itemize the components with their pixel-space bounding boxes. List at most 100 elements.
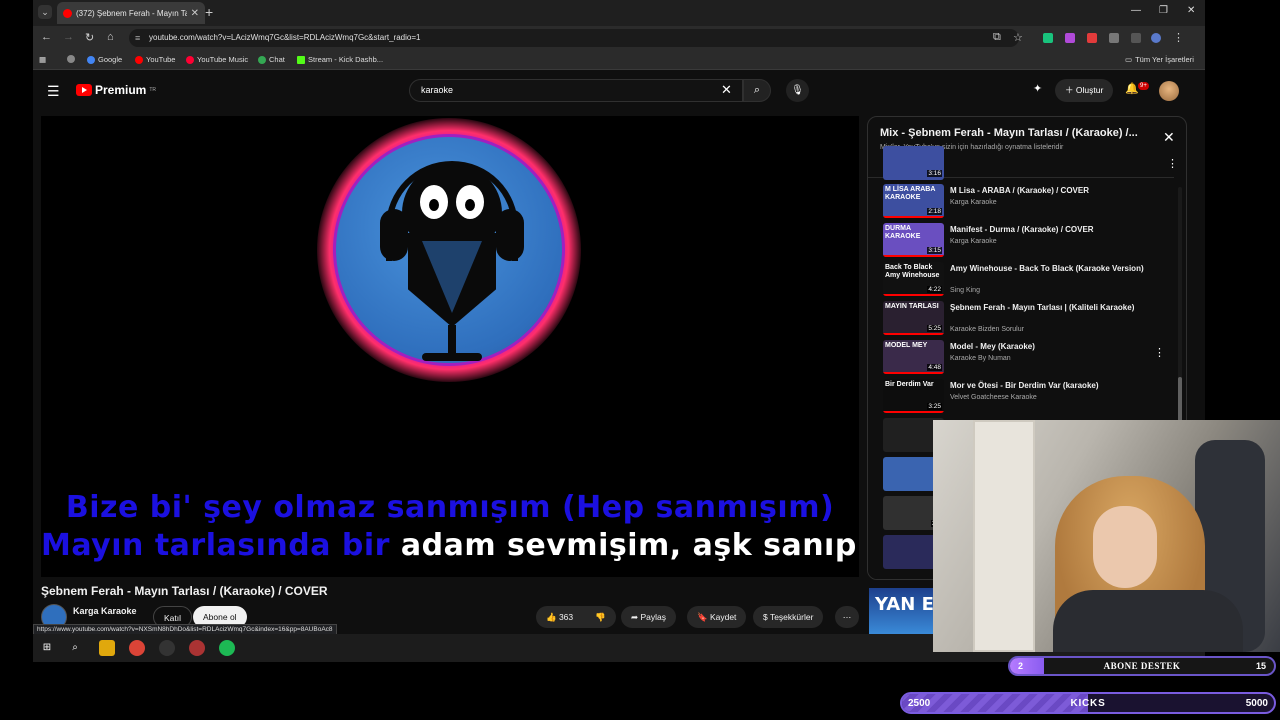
more-actions-button[interactable]: ⋯ [835, 606, 859, 628]
channel-name[interactable]: Karga Karaoke [73, 606, 137, 616]
notification-count-badge: 9+ [1138, 82, 1149, 90]
close-window-icon[interactable]: ✕ [1187, 5, 1195, 16]
playlist-menu-icon[interactable]: ⋮ [1167, 157, 1178, 170]
home-icon[interactable]: ⌂ [107, 31, 114, 43]
list-item[interactable]: Back To Black Amy Winehouse 4:22 Amy Wineh… [868, 260, 1174, 299]
windows-start-icon[interactable]: ⊞ [39, 640, 55, 656]
restore-icon[interactable]: ❐ [1159, 5, 1168, 16]
save-button[interactable]: 🔖 Kaydet [687, 606, 747, 628]
lyric-sung-part: Mayın tarlasında bir [41, 528, 390, 563]
notifications-bell-icon[interactable]: 🔔 [1125, 82, 1139, 95]
clear-search-icon[interactable]: ✕ [721, 82, 732, 98]
video-player[interactable]: Bize bi' şey olmaz sanmışım (Hep sanmışı… [41, 116, 910, 577]
chrome-icon[interactable] [129, 640, 145, 656]
youtube-play-icon [76, 84, 92, 96]
tab-search-button[interactable]: ⌄ [38, 5, 52, 19]
extensions-puzzle-icon[interactable] [1109, 33, 1119, 43]
all-bookmarks-folder[interactable]: ▭ Tüm Yer İşaretleri [1125, 55, 1194, 64]
gemini-sparkle-icon[interactable]: ✦ [1033, 82, 1042, 95]
search-input[interactable]: karaoke [409, 79, 743, 102]
bookmark-item[interactable]: Stream - Kick Dashb... [297, 55, 383, 64]
item-title: Manifest - Durma / (Karaoke) / COVER [950, 225, 1094, 234]
install-icon[interactable]: ⧉ [993, 31, 1001, 44]
youtube-logo[interactable]: Premium TR [76, 83, 156, 97]
tab-list-icon[interactable] [1131, 33, 1141, 43]
forward-icon[interactable]: → [63, 31, 74, 43]
back-icon[interactable]: ← [41, 31, 52, 43]
subscriber-goal-label: ABONE DESTEK [1103, 661, 1181, 671]
menu-icon[interactable]: ☰ [47, 83, 60, 100]
duration-badge: 3:15 [927, 247, 942, 254]
lyric-line-1: Bize bi' şey olmaz sanmışım (Hep sanmışı… [65, 490, 835, 525]
lyric-unsung-part: adam sevmişim, aşk sanıp d [389, 528, 890, 563]
watched-progress [883, 294, 944, 296]
thumbnail-text: MODEL MEY [885, 342, 928, 349]
list-item[interactable]: MAYIN TARLASI 5:25 Şebnem Ferah - Mayın Ta… [868, 299, 1174, 338]
bookmark-item[interactable]: YouTube [135, 55, 175, 64]
apps-grid-icon[interactable]: ▦ [39, 55, 46, 64]
like-count: 363 [558, 612, 574, 622]
extension-icon[interactable] [1087, 33, 1097, 43]
globe-icon [67, 55, 75, 63]
item-menu-icon[interactable]: ⋮ [1154, 346, 1165, 359]
voice-search-button[interactable]: 🎙 [786, 79, 809, 102]
site-info-icon[interactable]: ≡ [135, 29, 140, 47]
kicks-goal-bar: 2500 KICKS 5000 [900, 692, 1276, 714]
youtube-music-icon [186, 55, 194, 64]
item-title: Şebnem Ferah - Mayın Tarlası | (Kaliteli… [950, 303, 1135, 312]
extension-icon[interactable] [1065, 33, 1075, 43]
search-icon: ⌕ [753, 84, 761, 96]
dislike-button[interactable]: 👎 [587, 606, 614, 628]
bookmark-icon: 🔖 [697, 612, 710, 622]
profile-icon[interactable] [1151, 33, 1161, 43]
browser-tab[interactable]: (372) Şebnem Ferah - Mayın Ta ✕ [57, 2, 205, 24]
bookmark-label: Stream - Kick Dashb... [308, 55, 384, 64]
watched-progress [883, 255, 944, 257]
youtube-header: ☰ Premium TR karaoke ✕ ⌕ 🎙 ✦ ＋ Oluştur 🔔… [33, 70, 1205, 112]
bookmark-item[interactable]: Chat [258, 55, 285, 64]
list-item[interactable]: Bir Derdim Var 3:25 Mor ve Ötesi - Bir Der… [868, 377, 1174, 416]
extension-icon[interactable] [1043, 33, 1053, 43]
bookmark-label: YouTube Music [197, 55, 249, 64]
browser-menu-icon[interactable]: ⋮ [1173, 31, 1184, 44]
crow-eye-left [420, 185, 448, 219]
account-avatar[interactable] [1159, 81, 1179, 101]
karga-karaoke-logo [333, 134, 565, 366]
thumbs-up-icon: 👍 [546, 612, 559, 622]
url-input[interactable]: ≡ youtube.com/watch?v=LAcizWmq7Gc&list=R… [129, 29, 1019, 47]
thanks-button[interactable]: $ Teşekkürler [753, 606, 824, 628]
list-item[interactable]: DURMA KARAOKE 3:15 Manifest - Durma / (Kar… [868, 221, 1174, 260]
list-item[interactable]: 3:16 [868, 146, 1174, 180]
obs-icon[interactable] [159, 640, 175, 656]
search-icon[interactable]: ⌕ [67, 640, 83, 656]
close-tab-icon[interactable]: ✕ [191, 8, 199, 19]
bookmark-item[interactable]: Google [87, 55, 122, 64]
bookmark-item[interactable]: YouTube Music [186, 55, 248, 64]
tab-title: (372) Şebnem Ferah - Mayın Ta [76, 8, 187, 18]
reload-icon[interactable]: ↻ [85, 31, 94, 44]
file-explorer-icon[interactable] [99, 640, 115, 656]
logo-text: Premium [95, 83, 147, 97]
search-button[interactable]: ⌕ [743, 79, 771, 102]
bookmark-star-icon[interactable]: ☆ [1013, 31, 1023, 44]
new-tab-button[interactable]: + [205, 4, 213, 20]
region-code: TR [149, 87, 157, 93]
video-thumbnail: 3:16 [883, 146, 944, 180]
bookmark-item[interactable] [67, 55, 75, 63]
video-thumbnail: Back To Black Amy Winehouse 4:22 [883, 262, 944, 296]
app-icon[interactable] [189, 640, 205, 656]
list-item[interactable]: M LİSA ARABA KARAOKE 2:18 M Lisa - ARABA /… [868, 182, 1174, 221]
item-channel: Karga Karaoke [950, 199, 997, 206]
list-item[interactable]: MODEL MEY 4:48 Model - Mey (Karaoke) Karaok… [868, 338, 1174, 377]
create-button[interactable]: ＋ Oluştur [1055, 79, 1114, 102]
plus-icon: ＋ [1065, 85, 1076, 95]
lyric-line-2: Mayın tarlasında bir adam sevmişim, aşk … [41, 528, 910, 563]
spotify-icon[interactable] [219, 640, 235, 656]
minimize-icon[interactable]: — [1131, 5, 1141, 16]
google-icon [87, 55, 95, 64]
close-playlist-icon[interactable]: ✕ [1163, 129, 1175, 146]
kicks-goal-target: 5000 [1245, 698, 1268, 709]
thumbnail-text: DURMA KARAOKE [885, 225, 921, 240]
share-button[interactable]: ➦ Paylaş [621, 606, 676, 628]
watched-progress [883, 372, 944, 374]
